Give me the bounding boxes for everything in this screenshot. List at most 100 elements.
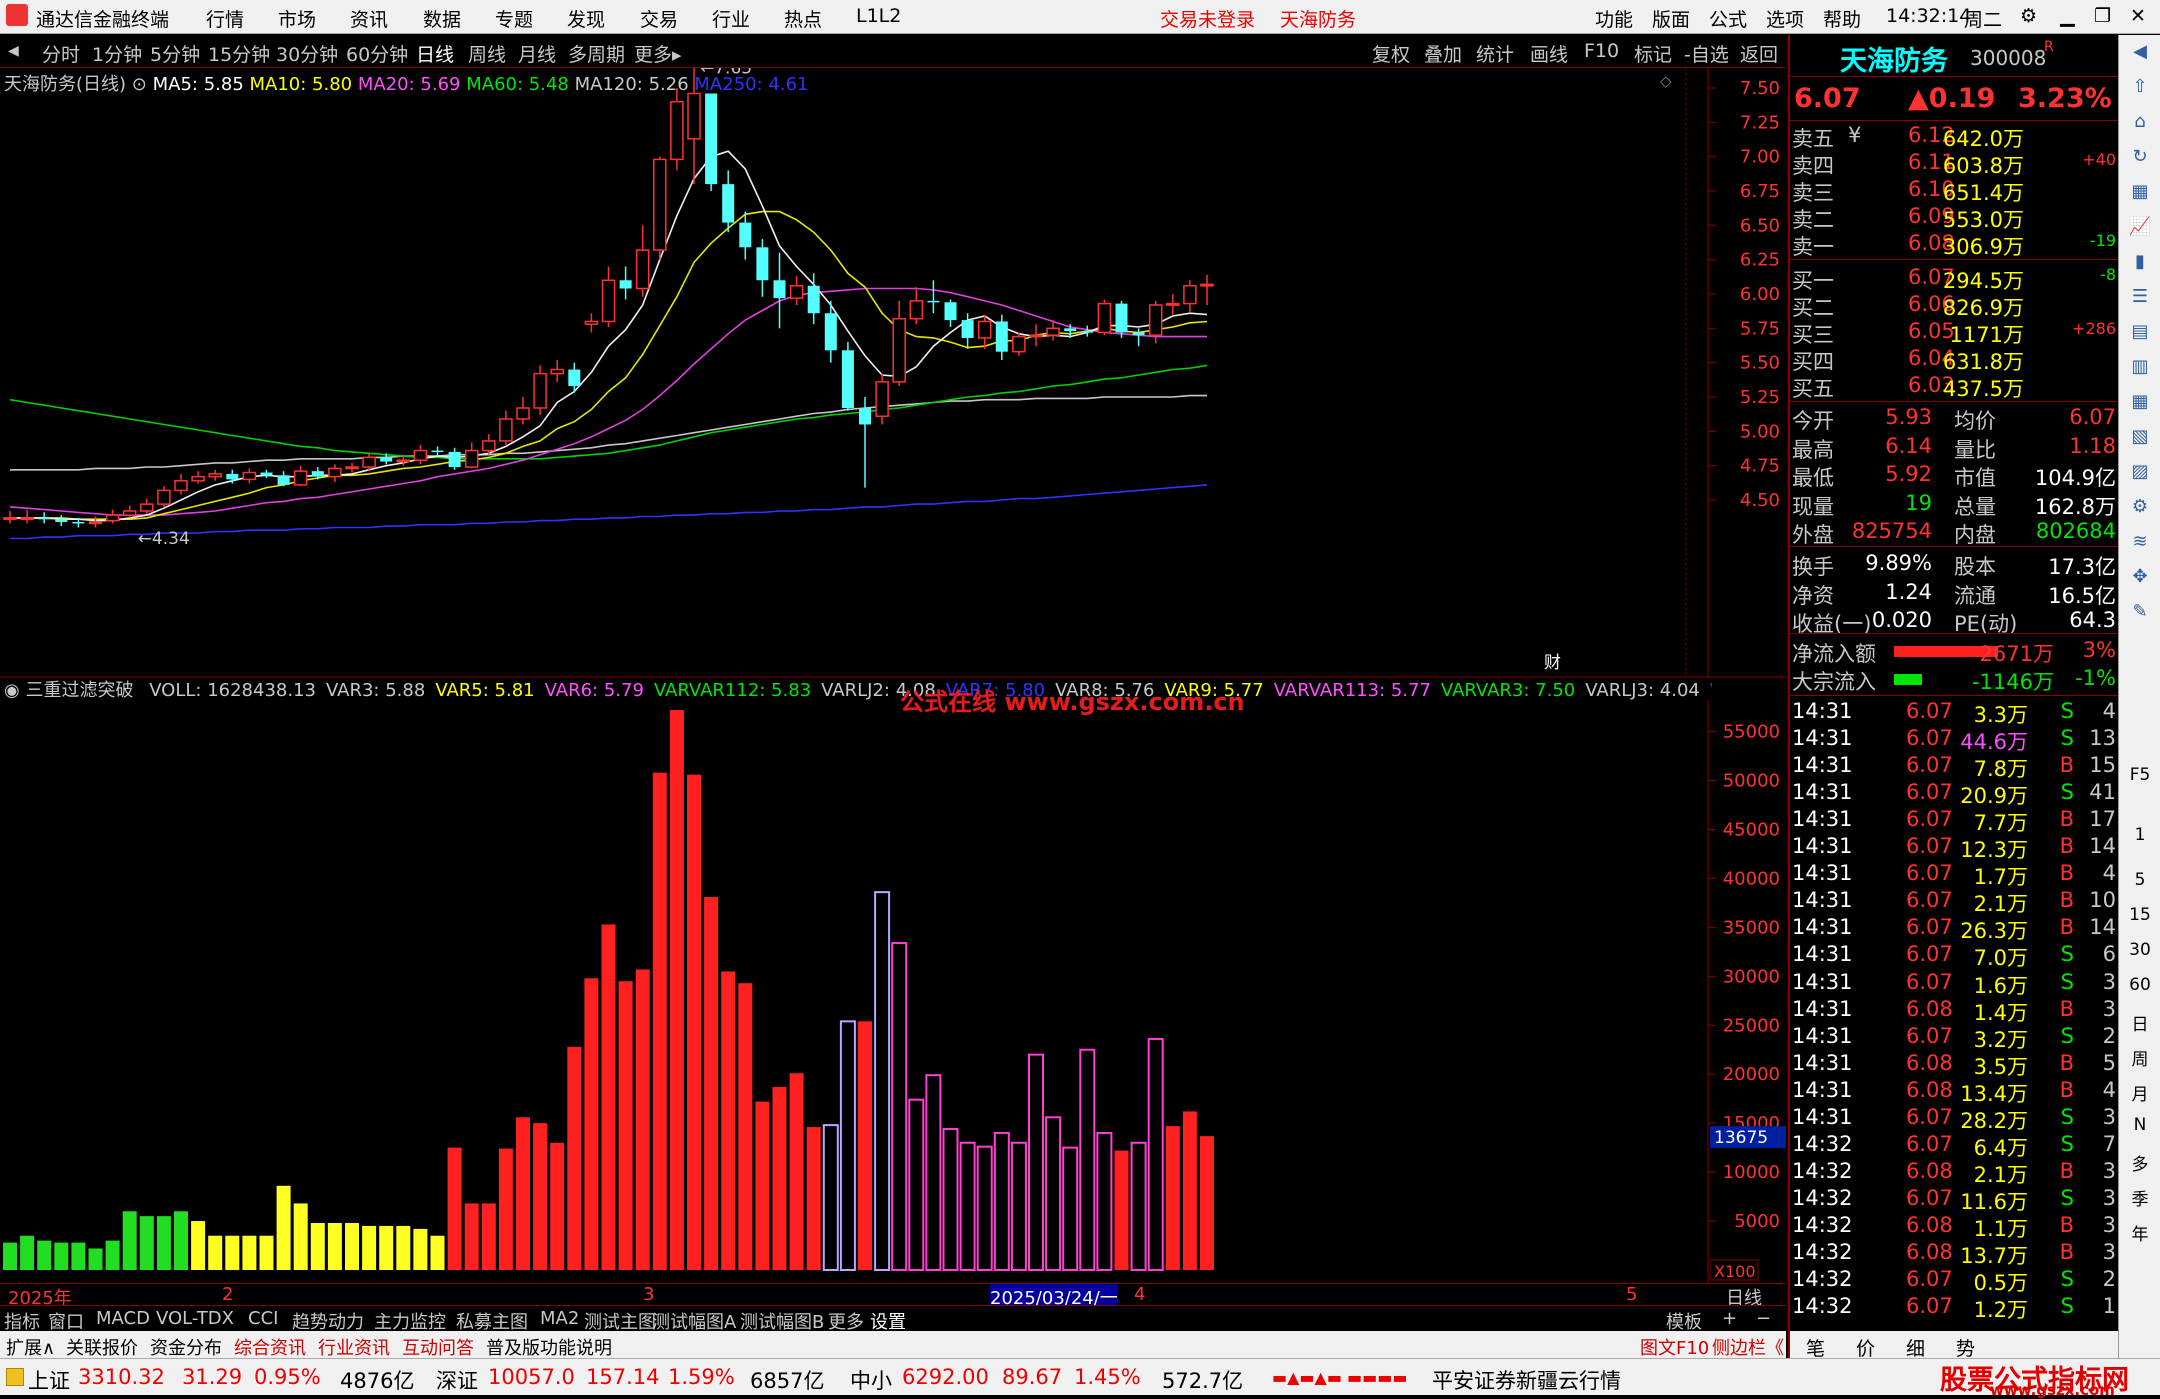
- settings-icon[interactable]: ⚙: [2020, 5, 2037, 27]
- info-help[interactable]: 普及版功能说明: [486, 1334, 612, 1360]
- doc2-icon[interactable]: ▨: [2119, 461, 2160, 482]
- sidebar-period-7[interactable]: 周: [2119, 1045, 2160, 1070]
- indicator-tab-8[interactable]: MA2: [540, 1308, 579, 1329]
- menu-zhuanti[interactable]: 专题: [495, 5, 533, 32]
- close-icon[interactable]: ✕: [2130, 5, 2146, 27]
- refresh-icon[interactable]: ↻: [2119, 146, 2160, 167]
- indicator-tab-2[interactable]: MACD: [96, 1308, 150, 1329]
- financial-report-marker[interactable]: 财: [1544, 653, 1561, 673]
- sidebar-period-0[interactable]: F5: [2119, 765, 2160, 785]
- zx-name[interactable]: 中小: [850, 1365, 892, 1395]
- period-15min[interactable]: 15分钟: [208, 40, 270, 67]
- menu-shichang[interactable]: 市场: [278, 5, 316, 32]
- menu-zixun[interactable]: 资讯: [350, 5, 388, 32]
- info-news[interactable]: 综合资讯: [234, 1334, 306, 1360]
- menu-jiaoyi[interactable]: 交易: [640, 5, 678, 32]
- tool-biaoji[interactable]: 标记: [1634, 40, 1672, 67]
- grid-icon[interactable]: ▦: [2119, 181, 2160, 202]
- menu-hangqing[interactable]: 行情: [206, 5, 244, 32]
- sidebar-period-11[interactable]: 季: [2119, 1185, 2160, 1210]
- period-fenshi[interactable]: 分时: [42, 40, 80, 67]
- sidebar-period-5[interactable]: 60: [2119, 975, 2160, 995]
- volume-chart[interactable]: 55000 50000 45000 40000 35000 30000 25000 20000…: [0, 700, 1786, 1283]
- menu-banmian[interactable]: 版面: [1652, 5, 1690, 32]
- menu-redian[interactable]: 热点: [784, 5, 822, 32]
- line-chart-icon[interactable]: 📈: [2119, 216, 2160, 237]
- period-multi[interactable]: 多周期: [568, 40, 625, 67]
- period-monthly[interactable]: 月线: [518, 40, 556, 67]
- news-icon[interactable]: ▧: [2119, 426, 2160, 447]
- rsi-icon[interactable]: ≋: [2119, 531, 2160, 552]
- list-icon[interactable]: ☰: [2119, 286, 2160, 307]
- chevron-left-icon[interactable]: ◀: [2119, 41, 2160, 62]
- home-icon[interactable]: ⌂: [2119, 111, 2160, 132]
- maximize-icon[interactable]: ❐: [2094, 5, 2111, 27]
- tool-huaxian[interactable]: 画线: [1530, 40, 1568, 67]
- pen-icon[interactable]: ✎: [2119, 601, 2160, 622]
- diamond-icon[interactable]: ◇: [1660, 72, 1672, 90]
- tab-shi[interactable]: 势: [1956, 1334, 1975, 1361]
- candle-icon[interactable]: ▮: [2119, 251, 2160, 272]
- tool-tongji[interactable]: 统计: [1476, 40, 1514, 67]
- period-1min[interactable]: 1分钟: [92, 40, 142, 67]
- minimize-icon[interactable]: ▁: [2060, 5, 2075, 27]
- sidebar-period-12[interactable]: 年: [2119, 1220, 2160, 1245]
- tool-f10[interactable]: F10: [1584, 40, 1619, 62]
- menu-shuju[interactable]: 数据: [423, 5, 461, 32]
- tab-right-2[interactable]: −: [1756, 1308, 1771, 1329]
- menu-xuanxiang[interactable]: 选项: [1766, 5, 1804, 32]
- sidebar-period-8[interactable]: 月: [2119, 1080, 2160, 1105]
- sz-name[interactable]: 深证: [436, 1365, 478, 1395]
- sidebar-period-6[interactable]: 日: [2119, 1010, 2160, 1035]
- info-fund[interactable]: 资金分布: [150, 1334, 222, 1360]
- menu-hangye[interactable]: 行业: [712, 5, 750, 32]
- sidebar-period-9[interactable]: N: [2119, 1115, 2160, 1135]
- table-icon[interactable]: ▦: [2119, 391, 2160, 412]
- toolbar-toggle-icon[interactable]: ◀: [8, 43, 19, 59]
- gear-icon[interactable]: ⚙: [2119, 496, 2160, 517]
- sh-name[interactable]: 上证: [28, 1365, 70, 1395]
- indicator-tab-3[interactable]: VOL-TDX: [156, 1308, 234, 1329]
- doc-icon[interactable]: ▥: [2119, 356, 2160, 377]
- menu-l1l2[interactable]: L1L2: [856, 5, 901, 27]
- period-30min[interactable]: 30分钟: [276, 40, 338, 67]
- period-60min[interactable]: 60分钟: [346, 40, 408, 67]
- tool-zixuan[interactable]: -自选: [1684, 40, 1729, 67]
- info-expand[interactable]: 扩展∧: [6, 1334, 55, 1360]
- info-related[interactable]: 关联报价: [66, 1334, 138, 1360]
- info-sidebar[interactable]: 侧边栏《: [1712, 1334, 1784, 1360]
- tab-jia[interactable]: 价: [1856, 1334, 1875, 1361]
- info-qa[interactable]: 互动问答: [402, 1334, 474, 1360]
- sidebar-period-1[interactable]: 1: [2119, 825, 2160, 845]
- tool-fuquan[interactable]: 复权: [1372, 40, 1410, 67]
- tool-fanhui[interactable]: 返回: [1740, 40, 1778, 67]
- candlestick-chart[interactable]: 7.50 7.25 7.00 6.75 6.50 6.25 6.00 5.75 5.50 5.25…: [0, 68, 1786, 678]
- tool-diejia[interactable]: 叠加: [1424, 40, 1462, 67]
- info-industry[interactable]: 行业资讯: [318, 1334, 390, 1360]
- trade-status[interactable]: 交易未登录: [1160, 5, 1255, 32]
- tab-right-1[interactable]: +: [1722, 1308, 1737, 1329]
- period-more[interactable]: 更多▸: [634, 40, 682, 67]
- menu-faxian[interactable]: 发现: [567, 5, 605, 32]
- period-daily[interactable]: 日线: [416, 40, 454, 67]
- f10-icon[interactable]: ▤: [2119, 321, 2160, 342]
- candle-body-down: [739, 222, 752, 248]
- sidebar-period-10[interactable]: 多: [2119, 1150, 2160, 1175]
- tab-xi[interactable]: 细: [1906, 1334, 1925, 1361]
- broker-name[interactable]: 平安证券新疆云行情: [1432, 1365, 1621, 1395]
- sidebar-period-3[interactable]: 15: [2119, 905, 2160, 925]
- sidebar-period-2[interactable]: 5: [2119, 870, 2160, 890]
- tab-bi[interactable]: 笔: [1806, 1334, 1825, 1361]
- move-icon[interactable]: ✥: [2119, 566, 2160, 587]
- indicator-tab-4[interactable]: CCI: [248, 1308, 278, 1329]
- period-5min[interactable]: 5分钟: [150, 40, 200, 67]
- info-f10[interactable]: 图文F10: [1640, 1334, 1709, 1360]
- period-weekly[interactable]: 周线: [468, 40, 506, 67]
- tick-count: 1: [2102, 1294, 2116, 1319]
- up-arrow-icon[interactable]: ⇧: [2119, 76, 2160, 97]
- indicator-menu-icon[interactable]: ◉: [4, 680, 20, 701]
- menu-gongneng[interactable]: 功能: [1595, 5, 1633, 32]
- menu-bangzhu[interactable]: 帮助: [1823, 5, 1861, 32]
- sidebar-period-4[interactable]: 30: [2119, 940, 2160, 960]
- menu-gongshi[interactable]: 公式: [1709, 5, 1747, 32]
